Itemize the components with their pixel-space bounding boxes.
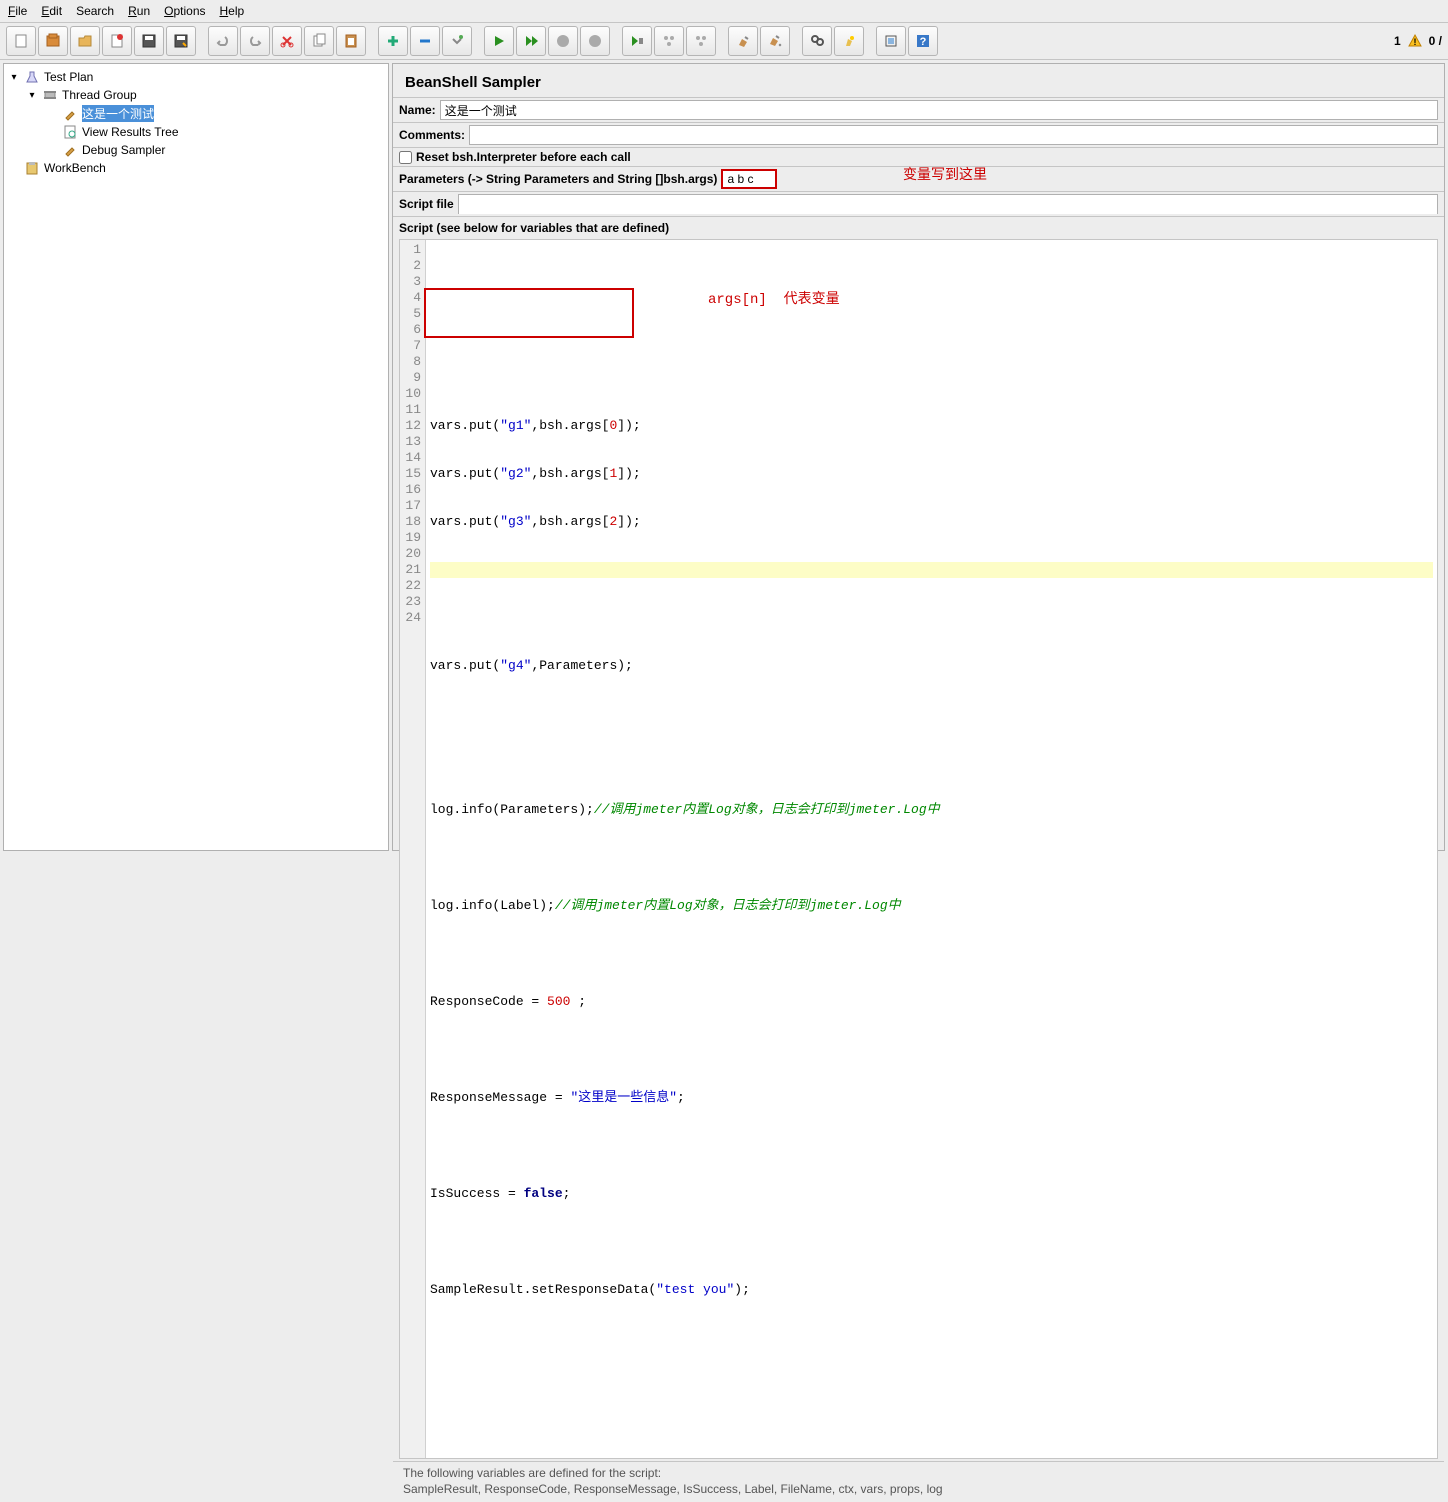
comments-label: Comments: bbox=[399, 128, 465, 142]
name-input[interactable] bbox=[440, 100, 1438, 120]
pipette-icon bbox=[62, 142, 78, 158]
save-as-button[interactable] bbox=[166, 26, 196, 56]
page-icon bbox=[62, 124, 78, 140]
reset-checkbox[interactable] bbox=[399, 151, 412, 164]
panel-title: BeanShell Sampler bbox=[393, 64, 1444, 97]
remote-start-button[interactable] bbox=[622, 26, 652, 56]
scriptfile-row: Script file bbox=[393, 191, 1444, 216]
tree-toggle-icon[interactable]: ▾ bbox=[8, 71, 20, 83]
stop-button[interactable] bbox=[548, 26, 578, 56]
menubar: File Edit Search Run Options Help bbox=[0, 0, 1448, 22]
remote-start-all-button[interactable] bbox=[654, 26, 684, 56]
beaker-icon bbox=[24, 69, 40, 85]
script-label: Script (see below for variables that are… bbox=[393, 216, 1444, 237]
clear-button[interactable] bbox=[728, 26, 758, 56]
comments-row: Comments: bbox=[393, 122, 1444, 147]
code-area[interactable]: vars.put("g1",bsh.args[0]); vars.put("g2… bbox=[426, 240, 1437, 1458]
name-label: Name: bbox=[399, 103, 436, 117]
svg-text:?: ? bbox=[920, 36, 927, 48]
scriptfile-label: Script file bbox=[399, 197, 454, 211]
save-button[interactable] bbox=[134, 26, 164, 56]
tree-beanshell-sampler[interactable]: 这是一个测试 bbox=[62, 104, 384, 123]
paste-button[interactable] bbox=[336, 26, 366, 56]
svg-text:!: ! bbox=[1413, 37, 1416, 47]
clipboard-icon bbox=[24, 160, 40, 176]
spacer bbox=[8, 162, 20, 174]
redo-button[interactable] bbox=[240, 26, 270, 56]
comments-input[interactable] bbox=[469, 125, 1438, 145]
menu-run[interactable]: Run bbox=[128, 4, 150, 18]
annotation-params: 变量写到这里 bbox=[903, 164, 987, 184]
params-input[interactable] bbox=[721, 169, 777, 189]
params-row: Parameters (-> String Parameters and Str… bbox=[393, 166, 1444, 191]
open-button[interactable] bbox=[70, 26, 100, 56]
function-helper-button[interactable] bbox=[876, 26, 906, 56]
toggle-button[interactable] bbox=[442, 26, 472, 56]
toolbar: ? 1 ! 0 / bbox=[0, 22, 1448, 60]
pipette-icon bbox=[62, 106, 78, 122]
tree-workbench[interactable]: WorkBench bbox=[8, 159, 384, 177]
undo-button[interactable] bbox=[208, 26, 238, 56]
cut-button[interactable] bbox=[272, 26, 302, 56]
footer-line2: SampleResult, ResponseCode, ResponseMess… bbox=[403, 1482, 1434, 1496]
reset-label: Reset bsh.Interpreter before each call bbox=[416, 150, 631, 164]
tree-panel[interactable]: ▾ Test Plan ▾ Thread Group 这是一个测试 View R… bbox=[3, 63, 389, 851]
script-editor[interactable]: 123456789101112131415161718192021222324 … bbox=[399, 239, 1438, 1459]
menu-search[interactable]: Search bbox=[76, 4, 114, 18]
copy-button[interactable] bbox=[304, 26, 334, 56]
remote-stop-button[interactable] bbox=[686, 26, 716, 56]
reset-search-button[interactable] bbox=[834, 26, 864, 56]
scriptfile-input[interactable] bbox=[458, 194, 1438, 214]
gutter: 123456789101112131415161718192021222324 bbox=[400, 240, 426, 1458]
menu-options[interactable]: Options bbox=[164, 4, 205, 18]
clear-all-button[interactable] bbox=[760, 26, 790, 56]
tree-test-plan[interactable]: ▾ Test Plan bbox=[8, 68, 384, 86]
annotation-args: args[n] 代表变量 bbox=[708, 292, 840, 308]
tree-toggle-icon[interactable]: ▾ bbox=[26, 89, 38, 101]
shutdown-button[interactable] bbox=[580, 26, 610, 56]
menu-help[interactable]: Help bbox=[220, 4, 245, 18]
spool-icon bbox=[42, 87, 58, 103]
menu-file[interactable]: File bbox=[8, 4, 27, 18]
content-panel: BeanShell Sampler Name: Comments: Reset … bbox=[392, 63, 1445, 851]
templates-button[interactable] bbox=[38, 26, 68, 56]
help-button[interactable]: ? bbox=[908, 26, 938, 56]
error-count: 0 / bbox=[1429, 34, 1442, 48]
search-button[interactable] bbox=[802, 26, 832, 56]
active-threads: 1 bbox=[1394, 34, 1401, 48]
start-button[interactable] bbox=[484, 26, 514, 56]
close-button[interactable] bbox=[102, 26, 132, 56]
warning-icon: ! bbox=[1407, 33, 1423, 49]
collapse-button[interactable] bbox=[410, 26, 440, 56]
tree-view-results[interactable]: View Results Tree bbox=[62, 123, 384, 141]
tree-thread-group[interactable]: ▾ Thread Group bbox=[26, 86, 384, 104]
params-label: Parameters (-> String Parameters and Str… bbox=[399, 172, 717, 186]
start-no-timers-button[interactable] bbox=[516, 26, 546, 56]
footer: The following variables are defined for … bbox=[393, 1461, 1444, 1502]
expand-button[interactable] bbox=[378, 26, 408, 56]
name-row: Name: bbox=[393, 97, 1444, 122]
footer-line1: The following variables are defined for … bbox=[403, 1466, 1434, 1480]
menu-edit[interactable]: Edit bbox=[41, 4, 62, 18]
tree-debug-sampler[interactable]: Debug Sampler bbox=[62, 141, 384, 159]
new-button[interactable] bbox=[6, 26, 36, 56]
